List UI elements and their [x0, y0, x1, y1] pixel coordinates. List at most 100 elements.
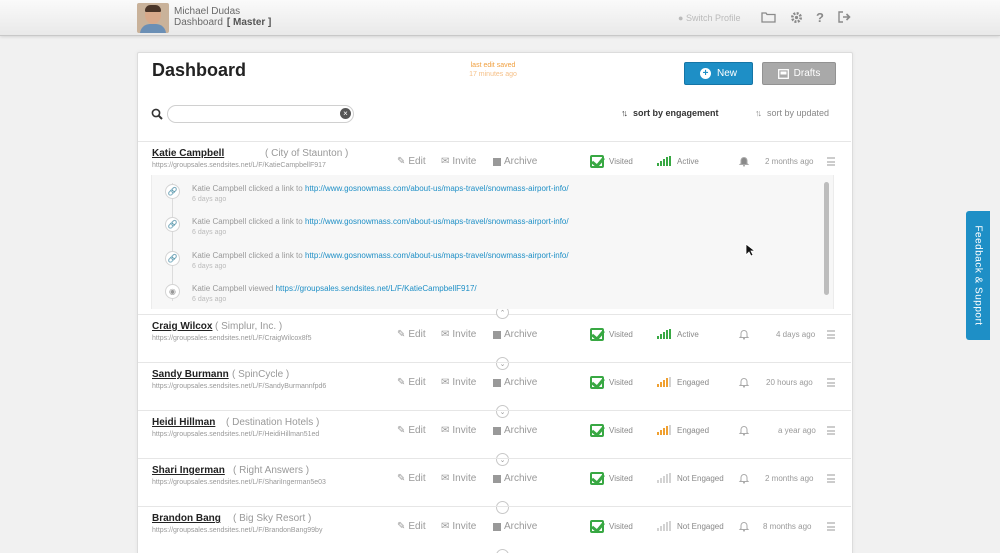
invite-button[interactable]: ✉ Invite	[441, 156, 476, 167]
pencil-icon: ✎	[397, 521, 406, 532]
contact-row[interactable]: Heidi Hillman ( Destination Hotels ) htt…	[138, 410, 851, 456]
row-menu-icon[interactable]	[827, 330, 835, 339]
edit-button[interactable]: ✎ Edit	[397, 473, 426, 484]
drafts-button-label: Drafts	[793, 68, 821, 79]
edit-button[interactable]: ✎ Edit	[397, 377, 426, 388]
invite-button[interactable]: ✉ Invite	[441, 377, 476, 388]
row-menu-icon[interactable]	[827, 378, 835, 387]
row-menu-icon[interactable]	[827, 157, 835, 166]
invite-button[interactable]: ✉ Invite	[441, 473, 476, 484]
account-subtitle: Dashboard[ Master ]	[174, 17, 271, 28]
activity-text: Katie Campbell viewed https://groupsales…	[192, 284, 477, 293]
contact-organization: ( Simplur, Inc. )	[215, 321, 283, 332]
clear-search-icon[interactable]: ×	[340, 108, 351, 119]
row-menu-icon[interactable]	[827, 522, 835, 531]
contact-name[interactable]: Sandy Burmann	[152, 369, 229, 380]
contact-name[interactable]: Shari Ingerman	[152, 465, 225, 476]
link-icon: 🔗	[165, 251, 180, 266]
switch-profile-link[interactable]: ● Switch Profile	[678, 13, 740, 23]
bell-icon[interactable]	[738, 328, 750, 340]
visited-label: Visited	[609, 426, 633, 435]
plus-icon: +	[699, 68, 711, 79]
sort-by-updated[interactable]: ↑↓ sort by updated	[755, 108, 829, 118]
engagement-status: Not Engaged	[657, 521, 724, 531]
sort-by-engagement[interactable]: ↑↓ sort by engagement	[621, 108, 719, 118]
contact-organization: ( SpinCycle )	[232, 369, 290, 380]
envelope-icon: ✉	[441, 156, 450, 167]
contact-row[interactable]: Shari Ingerman ( Right Answers ) https:/…	[138, 458, 851, 504]
edit-button[interactable]: ✎ Edit	[397, 156, 426, 167]
bell-icon[interactable]	[738, 424, 750, 436]
logout-icon[interactable]	[836, 9, 852, 25]
row-menu-icon[interactable]	[827, 474, 835, 483]
visited-label: Visited	[609, 378, 633, 387]
help-icon[interactable]: ?	[812, 9, 828, 25]
engagement-label: Not Engaged	[677, 522, 724, 531]
check-icon	[590, 328, 604, 341]
invite-button[interactable]: ✉ Invite	[441, 521, 476, 532]
activity-link[interactable]: http://www.gosnowmass.com/about-us/maps-…	[305, 184, 569, 193]
search-input[interactable]	[167, 105, 354, 123]
activity-link[interactable]: http://www.gosnowmass.com/about-us/maps-…	[305, 217, 569, 226]
archive-button[interactable]: Archive	[493, 425, 537, 436]
contact-url[interactable]: https://groupsales.sendsites.net/L/F/Bra…	[152, 527, 322, 534]
invite-label: Invite	[452, 377, 477, 388]
edit-button[interactable]: ✎ Edit	[397, 425, 426, 436]
archive-button[interactable]: Archive	[493, 329, 537, 340]
contact-name[interactable]: Katie Campbell	[152, 148, 224, 159]
visited-label: Visited	[609, 330, 633, 339]
bell-icon[interactable]	[738, 155, 750, 167]
visited-label: Visited	[609, 522, 633, 531]
contact-row[interactable]: Brandon Bang ( Big Sky Resort ) https://…	[138, 506, 851, 552]
timeline-scrollbar[interactable]	[824, 182, 829, 295]
bell-icon[interactable]	[738, 520, 750, 532]
visited-label: Visited	[609, 157, 633, 166]
activity-link[interactable]: https://groupsales.sendsites.net/L/F/Kat…	[276, 284, 477, 293]
gear-icon[interactable]	[788, 9, 804, 25]
engagement-label: Not Engaged	[677, 474, 724, 483]
archive-button[interactable]: Archive	[493, 156, 537, 167]
contact-url[interactable]: https://groupsales.sendsites.net/L/F/San…	[152, 383, 326, 390]
drafts-button[interactable]: Drafts	[762, 62, 836, 85]
visited-status: Visited	[590, 520, 633, 533]
visited-status: Visited	[590, 155, 633, 168]
archive-button[interactable]: Archive	[493, 377, 537, 388]
contact-url[interactable]: https://groupsales.sendsites.net/L/F/Hei…	[152, 431, 319, 438]
envelope-icon: ✉	[441, 425, 450, 436]
contact-url[interactable]: https://groupsales.sendsites.net/L/F/Cra…	[152, 335, 312, 342]
invite-button[interactable]: ✉ Invite	[441, 425, 476, 436]
archive-button[interactable]: Archive	[493, 473, 537, 484]
feedback-support-tab[interactable]: Feedback & Support	[966, 211, 990, 340]
envelope-icon: ✉	[441, 329, 450, 340]
contact-row[interactable]: Sandy Burmann ( SpinCycle ) https://grou…	[138, 362, 851, 408]
row-menu-icon[interactable]	[827, 426, 835, 435]
link-icon: 🔗	[165, 217, 180, 232]
activity-time: 6 days ago	[192, 196, 227, 203]
contact-name[interactable]: Heidi Hillman	[152, 417, 215, 428]
folder-icon[interactable]	[760, 9, 776, 25]
edit-button[interactable]: ✎ Edit	[397, 521, 426, 532]
edit-label: Edit	[408, 521, 426, 532]
invite-button[interactable]: ✉ Invite	[441, 329, 476, 340]
archive-label: Archive	[504, 329, 538, 340]
contact-name[interactable]: Craig Wilcox	[152, 321, 212, 332]
archive-button[interactable]: Archive	[493, 521, 537, 532]
signal-bars-icon	[657, 521, 671, 531]
sort-arrows-icon: ↑↓	[755, 108, 762, 118]
new-button[interactable]: + New	[684, 62, 753, 85]
bell-icon[interactable]	[738, 376, 750, 388]
contact-row[interactable]: Craig Wilcox ( Simplur, Inc. ) https://g…	[138, 314, 851, 360]
contact-organization: ( City of Staunton )	[265, 148, 349, 159]
last-updated: 2 months ago	[765, 474, 814, 483]
archive-icon	[493, 474, 501, 483]
avatar[interactable]	[137, 3, 169, 33]
edit-button[interactable]: ✎ Edit	[397, 329, 426, 340]
activity-description: Katie Campbell clicked a link to	[192, 217, 303, 226]
contact-name[interactable]: Brandon Bang	[152, 513, 221, 524]
bell-icon[interactable]	[738, 472, 750, 484]
contact-url[interactable]: https://groupsales.sendsites.net/L/F/Sha…	[152, 479, 326, 486]
activity-link[interactable]: http://www.gosnowmass.com/about-us/maps-…	[305, 251, 569, 260]
contact-url[interactable]: https://groupsales.sendsites.net/L/F/Kat…	[152, 162, 326, 169]
edit-label: Edit	[408, 377, 426, 388]
mouse-cursor-icon	[745, 243, 755, 257]
